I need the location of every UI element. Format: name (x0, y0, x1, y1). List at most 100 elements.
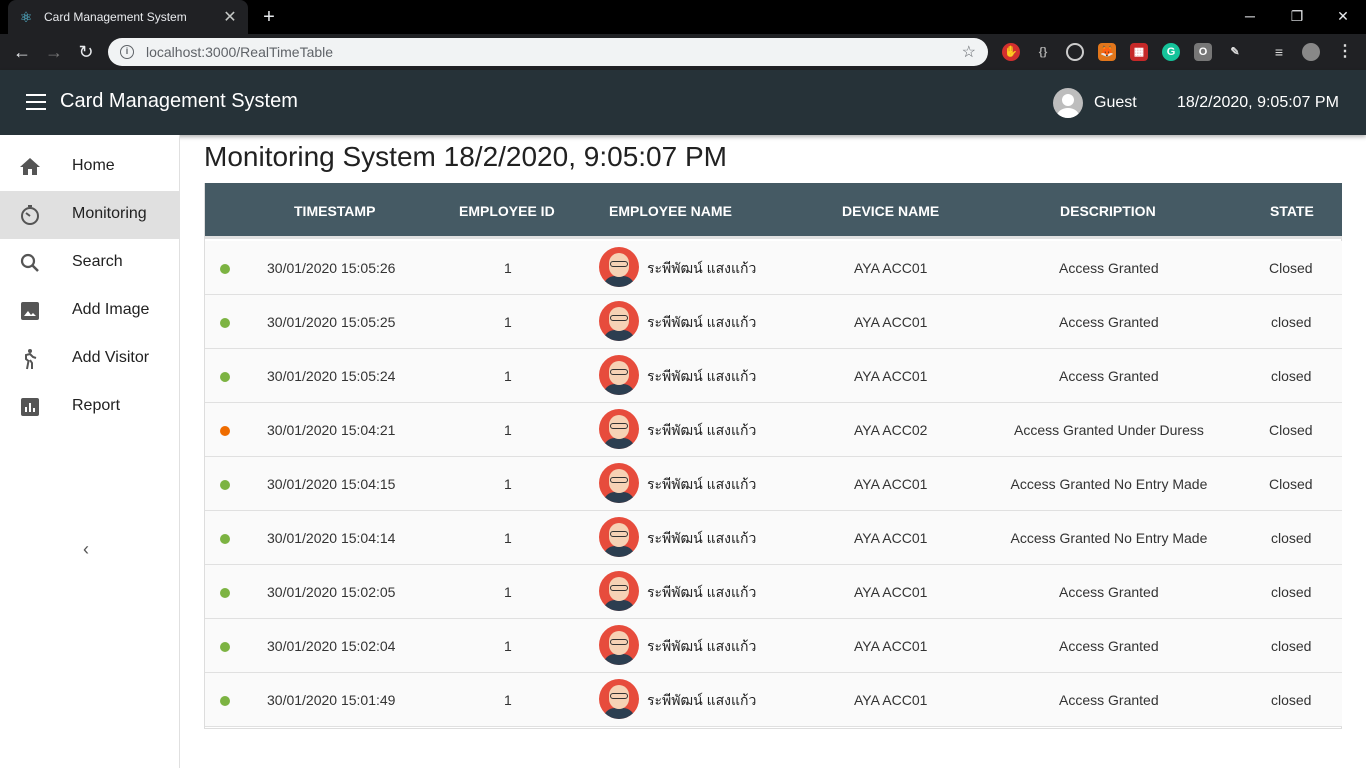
search-icon (20, 253, 39, 272)
employee-name-cell: ระพีพัฒน์ แสงแก้ว (647, 314, 757, 330)
device-name-cell: AYA ACC01 (854, 530, 928, 546)
employee-name-cell: ระพีพัฒน์ แสงแก้ว (647, 584, 757, 600)
extension-o-icon[interactable]: O (1194, 43, 1212, 61)
employee-avatar (599, 301, 639, 341)
extension-braces-icon[interactable]: {} (1034, 43, 1052, 61)
status-dot (220, 426, 230, 436)
timestamp-cell: 30/01/2020 15:02:05 (267, 584, 396, 600)
description-cell: Access Granted (1059, 368, 1159, 384)
employee-id-cell: 1 (504, 476, 512, 492)
status-dot (220, 642, 230, 652)
sidebar-item-report[interactable]: Report (0, 383, 179, 431)
timestamp-cell: 30/01/2020 15:04:14 (267, 530, 396, 546)
sidebar-item-label: Monitoring (72, 205, 147, 222)
monitoring-table: TIMESTAMP EMPLOYEE ID EMPLOYEE NAME DEVI… (204, 183, 1342, 729)
timestamp-cell: 30/01/2020 15:05:25 (267, 314, 396, 330)
state-cell: closed (1271, 368, 1312, 384)
employee-id-cell: 1 (504, 368, 512, 384)
address-bar[interactable]: i localhost:3000/RealTimeTable ☆ (108, 38, 988, 66)
bookmark-star-icon[interactable]: ☆ (962, 42, 976, 62)
description-cell: Access Granted No Entry Made (1010, 530, 1208, 546)
employee-id-cell: 1 (504, 638, 512, 654)
table-row[interactable]: 30/01/2020 15:04:21 1 ระพีพัฒน์ แสงแก้ว AYA… (205, 403, 1342, 457)
employee-avatar (599, 517, 639, 557)
table-row[interactable]: 30/01/2020 15:05:24 1 ระพีพัฒน์ แสงแก้ว AYA… (205, 349, 1342, 403)
user-avatar[interactable] (1053, 88, 1083, 118)
employee-id-cell: 1 (504, 422, 512, 438)
state-cell: closed (1271, 584, 1312, 600)
timestamp-cell: 30/01/2020 15:01:49 (267, 692, 396, 708)
status-dot (220, 318, 230, 328)
back-icon[interactable]: ← (10, 40, 34, 64)
sidebar-item-label: Home (72, 157, 115, 174)
restore-icon[interactable]: ❐ (1277, 5, 1317, 27)
extension-pen-icon[interactable]: ✎ (1226, 43, 1244, 61)
metamask-extension-icon[interactable]: 🦊 (1098, 43, 1116, 61)
sidebar-item-add-visitor[interactable]: Add Visitor (0, 335, 179, 383)
url-text: localhost:3000/RealTimeTable (146, 44, 334, 60)
state-cell: Closed (1269, 260, 1313, 276)
reload-icon[interactable]: ↻ (74, 40, 98, 64)
device-name-cell: AYA ACC01 (854, 584, 928, 600)
sidebar-item-monitoring[interactable]: Monitoring (0, 191, 179, 239)
sidebar-item-label: Add Visitor (72, 349, 150, 366)
status-dot (220, 696, 230, 706)
close-window-icon[interactable]: ✕ (1323, 5, 1363, 27)
state-cell: Closed (1269, 422, 1313, 438)
app-bar: Card Management System Guest 18/2/2020, … (0, 70, 1366, 135)
device-name-cell: AYA ACC01 (854, 476, 928, 492)
person-walking-icon (25, 349, 37, 370)
table-row[interactable]: 30/01/2020 15:02:04 1 ระพีพัฒน์ แสงแก้ว AYA… (205, 619, 1342, 673)
description-cell: Access Granted No Entry Made (1010, 476, 1208, 492)
employee-name-cell: ระพีพัฒน์ แสงแก้ว (647, 260, 757, 276)
hamburger-menu-icon[interactable] (26, 94, 46, 110)
sidebar-item-home[interactable]: Home (0, 143, 179, 191)
table-row[interactable]: 30/01/2020 15:04:14 1 ระพีพัฒน์ แสงแก้ว AYA… (205, 511, 1342, 565)
description-cell: Access Granted Under Duress (1014, 422, 1204, 438)
status-dot (220, 534, 230, 544)
media-queue-icon[interactable]: ≡ (1270, 43, 1288, 61)
column-header: DESCRIPTION (1060, 203, 1156, 219)
profile-avatar[interactable] (1302, 43, 1320, 61)
column-header: EMPLOYEE ID (459, 203, 555, 219)
status-dot (220, 264, 230, 274)
extension-target-icon[interactable] (1066, 43, 1084, 61)
device-name-cell: AYA ACC01 (854, 692, 928, 708)
close-tab-icon[interactable]: ✕ (222, 7, 238, 27)
status-dot (220, 372, 230, 382)
device-name-cell: AYA ACC01 (854, 638, 928, 654)
user-name[interactable]: Guest (1094, 94, 1137, 112)
sidebar-item-add-image[interactable]: Add Image (0, 287, 179, 335)
description-cell: Access Granted (1059, 638, 1159, 654)
employee-avatar (599, 409, 639, 449)
table-row[interactable]: 30/01/2020 15:01:49 1 ระพีพัฒน์ แสงแก้ว AYA… (205, 673, 1342, 727)
sidebar: Home Monitoring Search Add Image Add Vis… (0, 135, 180, 768)
browser-tab[interactable]: ⚛ Card Management System ✕ (8, 0, 248, 34)
browser-menu-icon[interactable]: ⋮ (1336, 43, 1354, 61)
description-cell: Access Granted (1059, 260, 1159, 276)
table-row[interactable]: 30/01/2020 15:05:25 1 ระพีพัฒน์ แสงแก้ว AYA… (205, 295, 1342, 349)
forward-icon[interactable]: → (42, 40, 66, 64)
image-icon (21, 302, 39, 320)
grammarly-extension-icon[interactable]: G (1162, 43, 1180, 61)
employee-name-cell: ระพีพัฒน์ แสงแก้ว (647, 476, 757, 492)
new-tab-icon[interactable]: + (258, 6, 280, 28)
timestamp-cell: 30/01/2020 15:04:21 (267, 422, 396, 438)
employee-avatar (599, 355, 639, 395)
header-datetime: 18/2/2020, 9:05:07 PM (1177, 94, 1339, 111)
extension-grid-icon[interactable]: ▦ (1130, 43, 1148, 61)
table-row[interactable]: 30/01/2020 15:05:26 1 ระพีพัฒน์ แสงแก้ว AYA… (205, 241, 1342, 295)
employee-name-cell: ระพีพัฒน์ แสงแก้ว (647, 530, 757, 546)
description-cell: Access Granted (1059, 584, 1159, 600)
table-row[interactable]: 30/01/2020 15:02:05 1 ระพีพัฒน์ แสงแก้ว AYA… (205, 565, 1342, 619)
sidebar-item-search[interactable]: Search (0, 239, 179, 287)
timestamp-cell: 30/01/2020 15:02:04 (267, 638, 396, 654)
state-cell: closed (1271, 314, 1312, 330)
collapse-sidebar-icon[interactable]: ‹ (76, 537, 96, 561)
minimize-icon[interactable]: ─ (1230, 5, 1270, 27)
sidebar-item-label: Search (72, 253, 123, 270)
sidebar-item-label: Add Image (72, 301, 150, 318)
site-info-icon[interactable]: i (120, 45, 134, 59)
adblock-extension-icon[interactable]: ✋ (1002, 43, 1020, 61)
table-row[interactable]: 30/01/2020 15:04:15 1 ระพีพัฒน์ แสงแก้ว AYA… (205, 457, 1342, 511)
